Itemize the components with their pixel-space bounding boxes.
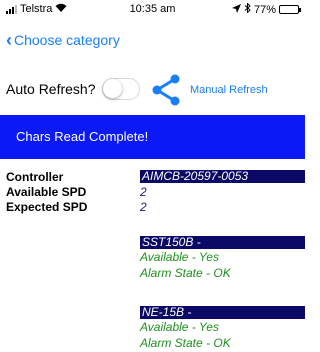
share-icon[interactable] [150,74,182,106]
chevron-left-icon: ‹ [6,30,12,50]
status-bar: Telstra 10:35 am 77% [0,0,305,20]
status-banner: Chars Read Complete! [0,115,305,159]
device-available: Available - Yes [140,250,219,264]
expected-spd-label: Expected SPD [6,200,88,214]
device-alarm-state: Alarm State - OK [140,266,231,280]
toggle-knob [102,79,122,98]
controller-label: Controller [6,170,64,184]
controller-value: AIMCB-20597-0053 [140,170,305,183]
back-button-label: Choose category [14,32,120,48]
device-name: SST150B - [140,236,305,249]
battery-percent: 77% [253,3,276,16]
auto-refresh-toggle[interactable] [101,78,140,100]
auto-refresh-label: Auto Refresh? [6,81,96,97]
device-alarm-state: Alarm State - OK [140,336,231,350]
auto-refresh-row: Auto Refresh? [6,78,140,100]
device-available: Available - Yes [140,320,219,334]
location-icon [231,3,241,16]
available-spd-label: Available SPD [6,185,87,199]
available-spd-value: 2 [140,185,147,199]
manual-refresh-button[interactable]: Manual Refresh [190,84,268,96]
battery-icon [279,5,301,14]
status-right: 77% [231,2,301,16]
device-name: NE-15B - [140,306,305,319]
back-button[interactable]: ‹ Choose category [6,30,120,50]
expected-spd-value: 2 [140,200,147,214]
bluetooth-icon [244,2,251,16]
